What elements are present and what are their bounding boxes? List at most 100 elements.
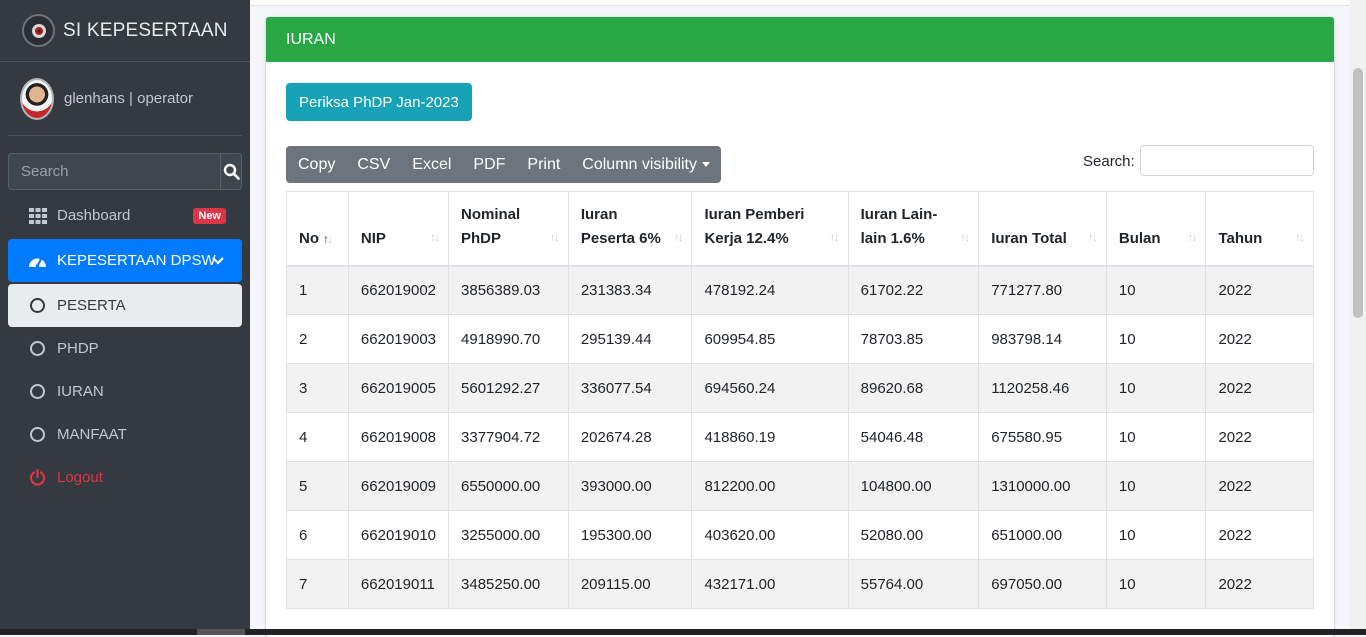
sidebar-item-label: PESERTA (57, 297, 126, 314)
table-cell: 662019002 (347, 265, 450, 315)
sidebar-search (8, 153, 242, 190)
sort-icon: ↑↓ (1087, 229, 1098, 244)
column-visibility-button[interactable]: Column visibility (571, 146, 721, 183)
sort-icon: ↑↓ (549, 229, 560, 244)
pdf-button[interactable]: PDF (462, 146, 516, 183)
table-row[interactable]: 2 662019003 4918990.70 295139.44 609954.85 78… (286, 314, 1314, 364)
table-cell: 55764.00 (847, 559, 980, 609)
table-row[interactable]: 7 662019011 3485250.00 209115.00 432171.00 55… (286, 559, 1314, 609)
table-cell: 771277.80 (978, 265, 1107, 315)
table-header-row: No ↑↓ NIP ↑↓ Nominal PhDP ↑↓ Iuran Peserta 6% ↑↓ I… (286, 191, 1314, 267)
table-row[interactable]: 5 662019009 6550000.00 393000.00 812200.00 10… (286, 461, 1314, 511)
sidebar-search-button[interactable] (220, 153, 242, 190)
scrollbar-thumb[interactable] (1353, 68, 1363, 318)
sidebar-item-label: IURAN (57, 383, 104, 400)
table-cell: 1120258.46 (978, 363, 1107, 413)
card-title: IURAN (266, 17, 1334, 62)
table-cell: 662019003 (347, 314, 450, 364)
sidebar-nav: Dashboard New KEPESERTAAN DPSW PESERTA P… (0, 194, 250, 499)
column-header[interactable]: Iuran Lain-lain 1.6% ↑↓ (847, 191, 980, 267)
sort-icon: ↑↓ (829, 229, 840, 244)
sidebar-item-kepesertaan-dpsw[interactable]: KEPESERTAAN DPSW (8, 239, 242, 282)
table-cell: 2022 (1205, 412, 1314, 462)
user-name[interactable]: glenhans | operator (64, 90, 193, 107)
search-icon (223, 163, 240, 180)
column-header[interactable]: Iuran Total ↑↓ (978, 191, 1107, 267)
excel-button[interactable]: Excel (401, 146, 462, 183)
column-header[interactable]: Nominal PhDP ↑↓ (448, 191, 569, 267)
table-cell: 4918990.70 (448, 314, 569, 364)
table-cell: 10 (1105, 461, 1207, 511)
sidebar-item-manfaat[interactable]: MANFAAT (8, 413, 242, 456)
sidebar-item-label: KEPESERTAAN DPSW (57, 252, 216, 269)
table-cell: 609954.85 (691, 314, 849, 364)
column-header-label: NIP (360, 229, 386, 247)
table-cell: 7 (286, 559, 349, 609)
column-header-label: No (299, 229, 319, 247)
table-body: 1 662019002 3856389.03 231383.34 478192.24 61… (286, 265, 1314, 609)
table-cell: 6550000.00 (448, 461, 569, 511)
table-cell: 662019010 (347, 510, 450, 560)
table-cell: 295139.44 (567, 314, 693, 364)
table-cell: 10 (1105, 363, 1207, 413)
column-header[interactable]: Iuran Peserta 6% ↑↓ (567, 191, 693, 267)
print-button[interactable]: Print (516, 146, 571, 183)
table-search-input[interactable] (1140, 145, 1314, 176)
table-cell: 78703.85 (847, 314, 980, 364)
table-cell: 54046.48 (847, 412, 980, 462)
new-badge: New (193, 207, 226, 224)
table-cell: 61702.22 (847, 265, 980, 315)
table-cell: 662019011 (347, 559, 450, 609)
table-cell: 5 (286, 461, 349, 511)
sidebar-item-label: MANFAAT (57, 426, 127, 443)
table-row[interactable]: 4 662019008 3377904.72 202674.28 418860.19 54… (286, 412, 1314, 462)
caret-down-icon (702, 162, 710, 167)
column-header[interactable]: No ↑↓ (286, 191, 349, 267)
check-phdp-button[interactable]: Periksa PhDP Jan-2023 (286, 83, 472, 121)
table-cell: 10 (1105, 412, 1207, 462)
sidebar-item-label: Dashboard (57, 207, 131, 224)
sort-icon: ↑↓ (430, 229, 440, 244)
table-row[interactable]: 3 662019005 5601292.27 336077.54 694560.24 89… (286, 363, 1314, 413)
copy-button[interactable]: Copy (286, 146, 346, 183)
column-header[interactable]: Iuran Pemberi Kerja 12.4% ↑↓ (691, 191, 849, 267)
sidebar-item-dashboard[interactable]: Dashboard New (8, 194, 242, 237)
table-cell: 3255000.00 (448, 510, 569, 560)
sidebar-search-input[interactable] (8, 153, 220, 190)
export-button-group: Copy CSV Excel PDF Print Column visibili… (286, 146, 721, 183)
sidebar-item-iuran[interactable]: IURAN (8, 370, 242, 413)
column-header[interactable]: NIP ↑↓ (347, 191, 450, 267)
brand-link[interactable]: SI KEPESERTAAN (0, 0, 250, 62)
table-cell: 52080.00 (847, 510, 980, 560)
table-row[interactable]: 6 662019010 3255000.00 195300.00 403620.00 52… (286, 510, 1314, 560)
sidebar-item-peserta[interactable]: PESERTA (8, 284, 242, 327)
table-cell: 4 (286, 412, 349, 462)
circle-icon (28, 339, 47, 358)
column-visibility-label: Column visibility (582, 155, 697, 173)
column-header-label: Peserta 6% (580, 229, 661, 247)
table-cell: 2022 (1205, 265, 1314, 315)
circle-icon (28, 425, 47, 444)
table-cell: 3856389.03 (448, 265, 569, 315)
table-row[interactable]: 1 662019002 3856389.03 231383.34 478192.24 61… (286, 265, 1314, 315)
column-header-label: Iuran Lain- (860, 205, 938, 223)
table-cell: 10 (1105, 510, 1207, 560)
table-cell: 403620.00 (691, 510, 849, 560)
table-cell: 1 (286, 265, 349, 315)
table-cell: 662019008 (347, 412, 450, 462)
vertical-scrollbar[interactable] (1350, 0, 1366, 635)
column-header[interactable]: Tahun ↑↓ (1205, 191, 1314, 267)
column-header[interactable]: Bulan ↑↓ (1105, 191, 1207, 267)
sidebar-item-logout[interactable]: Logout (8, 456, 242, 499)
avatar (20, 77, 54, 120)
column-header-label: lain 1.6% (860, 229, 925, 247)
sidebar-item-phdp[interactable]: PHDP (8, 327, 242, 370)
horizontal-scrollbar-thumb[interactable] (197, 629, 245, 635)
csv-button[interactable]: CSV (346, 146, 401, 183)
circle-icon (28, 296, 47, 315)
table-cell: 209115.00 (567, 559, 693, 609)
user-panel[interactable]: glenhans | operator (8, 62, 242, 136)
sort-icon: ↑↓ (1295, 229, 1305, 244)
table-cell: 983798.14 (978, 314, 1107, 364)
column-header-label: Iuran (580, 205, 618, 223)
